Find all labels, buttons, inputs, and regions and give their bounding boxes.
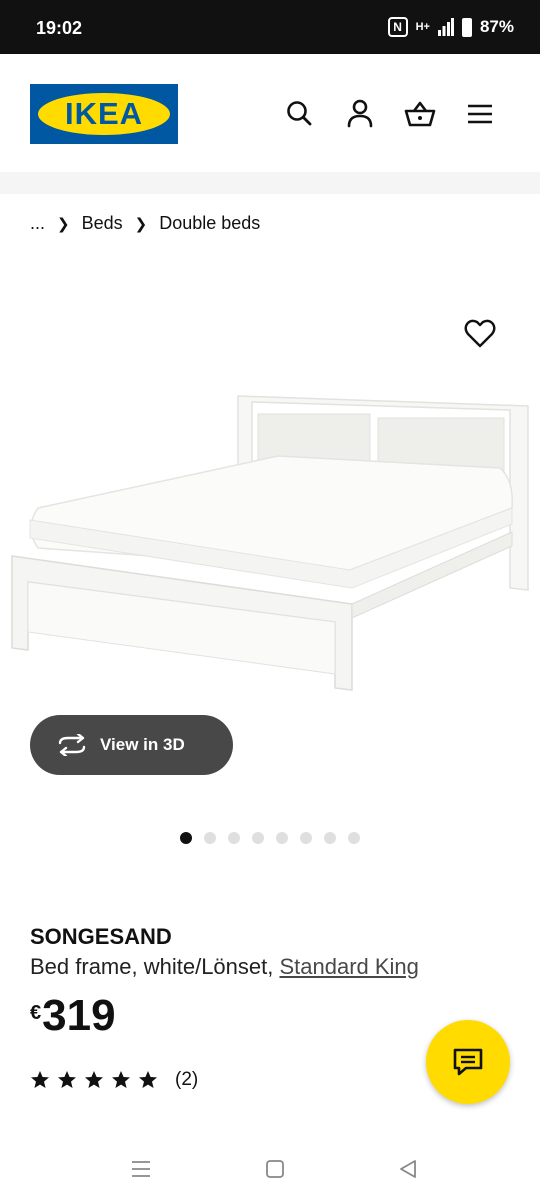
breadcrumb-item-double-beds[interactable]: Double beds bbox=[159, 213, 260, 234]
view-3d-label: View in 3D bbox=[100, 735, 185, 754]
star-icon bbox=[112, 1071, 130, 1088]
signal-icon bbox=[437, 18, 454, 36]
star-icon bbox=[85, 1071, 103, 1088]
status-icons: N H+ 87% bbox=[387, 17, 514, 37]
product-description: Bed frame, white/Lönset, bbox=[30, 954, 280, 979]
app-header: IKEA bbox=[0, 54, 540, 172]
chevron-right-icon: ❯ bbox=[57, 215, 70, 233]
star-icon bbox=[31, 1071, 49, 1088]
star-icon bbox=[139, 1071, 157, 1088]
price-amount: 319 bbox=[42, 991, 116, 1040]
review-count: (2) bbox=[175, 1069, 199, 1090]
search-icon[interactable] bbox=[281, 95, 319, 133]
status-bar: 19:02 N H+ 87% bbox=[0, 0, 540, 54]
carousel-pagination bbox=[180, 832, 360, 844]
logo-text: IKEA bbox=[64, 96, 144, 131]
product-rating[interactable]: (2) bbox=[30, 1069, 198, 1091]
recent-apps-icon[interactable] bbox=[129, 1157, 153, 1181]
chat-button[interactable] bbox=[426, 1020, 510, 1104]
carousel-dot[interactable] bbox=[300, 832, 312, 844]
battery-percent: 87% bbox=[479, 17, 514, 36]
product-size-link[interactable]: Standard King bbox=[279, 954, 418, 979]
carousel-dot[interactable] bbox=[324, 832, 336, 844]
status-time: 19:02 bbox=[36, 18, 83, 38]
carousel-dot[interactable] bbox=[276, 832, 288, 844]
system-nav-bar bbox=[0, 1140, 540, 1200]
back-icon[interactable] bbox=[396, 1157, 420, 1181]
star-icon bbox=[58, 1071, 76, 1088]
rotate-3d-icon bbox=[58, 734, 86, 756]
chat-icon bbox=[453, 1048, 483, 1076]
heart-icon[interactable] bbox=[462, 316, 498, 352]
product-image[interactable] bbox=[0, 270, 540, 750]
carousel-dot[interactable] bbox=[204, 832, 216, 844]
chevron-right-icon: ❯ bbox=[134, 215, 148, 233]
view-3d-button[interactable]: View in 3D bbox=[30, 715, 233, 775]
price-currency: € bbox=[30, 1002, 42, 1024]
product-description-line: Bed frame, white/Lönset, Standard King bbox=[30, 954, 419, 980]
menu-icon[interactable] bbox=[461, 95, 499, 133]
nfc-icon: N bbox=[387, 17, 408, 37]
product-name: SONGESAND bbox=[30, 924, 172, 949]
account-icon[interactable] bbox=[341, 95, 379, 133]
breadcrumb: ... ❯ Beds ❯ Double beds bbox=[30, 213, 260, 234]
header-divider bbox=[0, 172, 540, 194]
carousel-dot[interactable] bbox=[180, 832, 192, 844]
battery-icon bbox=[461, 17, 472, 37]
breadcrumb-item-beds[interactable]: Beds bbox=[82, 213, 123, 234]
carousel-dot[interactable] bbox=[228, 832, 240, 844]
breadcrumb-ellipsis[interactable]: ... bbox=[30, 213, 45, 234]
carousel-dot[interactable] bbox=[252, 832, 264, 844]
basket-icon[interactable] bbox=[401, 95, 439, 133]
carousel-dot[interactable] bbox=[348, 832, 360, 844]
ikea-logo[interactable]: IKEA bbox=[30, 84, 178, 144]
home-icon[interactable] bbox=[263, 1157, 287, 1181]
product-price: € 319 bbox=[30, 994, 116, 1038]
network-type: H+ bbox=[415, 21, 430, 33]
